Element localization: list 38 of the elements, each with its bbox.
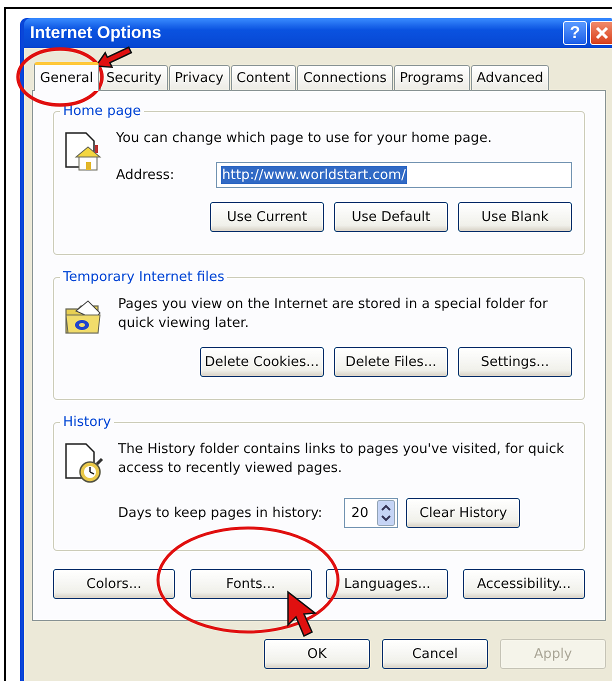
window-title: Internet Options (30, 23, 162, 43)
tab[interactable]: Connections (297, 65, 393, 90)
tab[interactable]: Content (230, 65, 296, 90)
days-spinner[interactable]: 20 (344, 498, 398, 528)
tab[interactable]: Programs (394, 65, 470, 90)
dialog-button[interactable]: OK (264, 639, 370, 669)
home-page-button[interactable]: Use Default (334, 202, 448, 232)
temporary-files-button[interactable]: Settings... (458, 347, 572, 377)
appearance-button[interactable]: Colors... (53, 569, 175, 599)
group-legend: Temporary Internet files (60, 269, 228, 285)
close-button[interactable] (590, 21, 612, 45)
address-field[interactable]: http://www.worldstart.com/ (216, 162, 572, 188)
group-legend: Home page (60, 103, 144, 119)
dialog-button[interactable]: Cancel (382, 639, 488, 669)
temporary-files-button[interactable]: Delete Files... (334, 347, 448, 377)
description-text: The History folder contains links to pages you've visited, for quick access to recently viewed pages. (118, 440, 566, 478)
temporary-files-button[interactable]: Delete Cookies... (200, 347, 324, 377)
appearance-button[interactable]: Fonts... (190, 569, 312, 599)
description-text: Pages you view on the Internet are stored in a special folder for quick viewing later. (118, 295, 549, 333)
address-label: Address: (116, 167, 176, 183)
group-legend: History (60, 414, 114, 430)
spinner-arrows-icon[interactable] (377, 500, 396, 526)
home-page-button[interactable]: Use Current (210, 202, 324, 232)
history-icon (64, 442, 104, 484)
pointer-arrow (94, 46, 132, 68)
appearance-button[interactable]: Languages... (326, 569, 448, 599)
tab[interactable]: Security (100, 65, 168, 90)
close-icon (595, 26, 609, 40)
tab[interactable]: Privacy (168, 65, 230, 90)
description-text: You can change which page to use for your home page. (116, 129, 493, 148)
days-label: Days to keep pages in history: (118, 505, 322, 521)
appearance-button[interactable]: Accessibility... (462, 569, 585, 599)
clear-history-button[interactable]: Clear History (406, 498, 520, 528)
tab[interactable]: Advanced (470, 65, 550, 90)
tab[interactable]: General (34, 62, 100, 91)
home-page-button[interactable]: Use Blank (458, 202, 572, 232)
cursor-icon (287, 590, 317, 638)
home-page-icon (64, 131, 102, 173)
